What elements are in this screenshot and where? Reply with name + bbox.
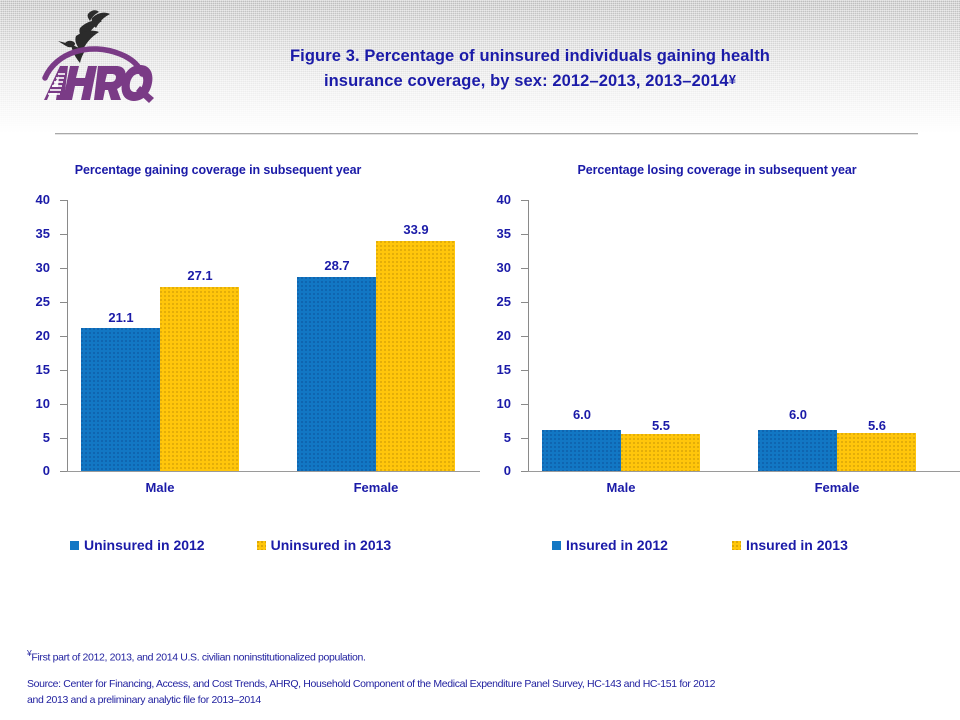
bar-losing-female-2013: [837, 433, 916, 471]
y-tick-30-right: [521, 268, 528, 269]
source-note-line1: Source: Center for Financing, Access, an…: [27, 678, 716, 690]
legend-swatch-gold-icon: [731, 540, 741, 550]
bar-gaining-female-2012: [297, 277, 376, 471]
cat-label-losing-male: Male: [606, 480, 636, 495]
title-footnote-marker: ¥: [728, 72, 737, 87]
bar-label-losing-male-2013: 5.5: [651, 418, 671, 433]
bar-label-gaining-male-2012: 21.1: [108, 310, 134, 325]
y-label-5-right: 5: [503, 430, 511, 445]
y-tick-35-right: [521, 234, 528, 235]
y-tick-0: [60, 471, 67, 472]
chart-panel-gaining: Percentage gaining coverage in subsequen…: [0, 155, 480, 515]
y-tick-25-right: [521, 302, 528, 303]
legend-label-insured-2012: Insured in 2012: [566, 537, 668, 553]
ahrq-logo: [36, 8, 162, 106]
y-axis-line-left: [67, 200, 68, 472]
header-divider: [55, 133, 918, 135]
legend-label-insured-2013: Insured in 2013: [745, 537, 848, 553]
bar-losing-male-2013: [621, 434, 700, 471]
y-label-35: 35: [35, 226, 50, 241]
y-tick-35: [60, 234, 67, 235]
footnote-text: First part of 2012, 2013, and 2014 U.S. …: [31, 651, 366, 664]
legend-label-uninsured-2012: Uninsured in 2012: [84, 537, 205, 553]
y-tick-40: [60, 200, 67, 201]
legend-swatch-gold-icon: [256, 540, 266, 550]
y-label-35-right: 35: [496, 226, 511, 241]
y-tick-20: [60, 336, 67, 337]
legend-item-insured-2012[interactable]: Insured in 2012: [552, 537, 668, 553]
cat-label-gaining-female: Female: [353, 480, 399, 495]
bar-label-gaining-female-2013: 33.9: [403, 222, 429, 237]
legend-swatch-blue-icon: [552, 540, 561, 550]
y-tick-0-right: [521, 471, 528, 472]
y-label-25-right: 25: [496, 294, 511, 309]
legend-label-uninsured-2013: Uninsured in 2013: [270, 537, 392, 553]
y-tick-25: [60, 302, 67, 303]
x-axis-baseline-right: [528, 471, 960, 472]
y-axis-line-right: [528, 200, 529, 472]
bar-losing-male-2012: [542, 430, 621, 471]
plot-area-losing: 40 35 30 25 20 15 10 5 0 6.0 5.5 6.0 5.6…: [480, 155, 960, 515]
y-label-5: 5: [42, 430, 50, 445]
y-label-40-right: 40: [496, 192, 511, 207]
bar-losing-female-2012: [758, 430, 837, 471]
y-label-25: 25: [35, 294, 50, 309]
y-label-20: 20: [35, 328, 50, 343]
bar-gaining-female-2013: [376, 241, 455, 471]
bar-label-losing-female-2012: 6.0: [788, 407, 808, 422]
y-tick-30: [60, 268, 67, 269]
bar-label-gaining-male-2013: 27.1: [187, 268, 213, 283]
chart-panel-losing: Percentage losing coverage in subsequent…: [480, 155, 960, 515]
y-tick-5: [60, 438, 67, 439]
y-label-30-right: 30: [496, 260, 511, 275]
y-label-0-right: 0: [503, 463, 511, 478]
y-label-0: 0: [42, 463, 50, 478]
cat-label-gaining-male: Male: [145, 480, 175, 495]
y-label-40: 40: [35, 192, 50, 207]
y-tick-10: [60, 404, 67, 405]
plot-area-gaining: 40 35 30 25 20 15 10 5 0 21.1 27.1 28.7 …: [0, 155, 480, 515]
bar-label-losing-male-2012: 6.0: [572, 407, 592, 422]
y-tick-20-right: [521, 336, 528, 337]
cat-label-losing-female: Female: [814, 480, 860, 495]
y-label-15: 15: [35, 362, 50, 377]
source-note-line2: and 2013 and a preliminary analytic file…: [27, 694, 261, 706]
y-tick-5-right: [521, 438, 528, 439]
y-tick-15-right: [521, 370, 528, 371]
y-tick-40-right: [521, 200, 528, 201]
bar-label-gaining-female-2012: 28.7: [324, 258, 350, 273]
page-title: Figure 3. Percentage of uninsured indivi…: [200, 45, 860, 93]
legend-swatch-blue-icon: [70, 540, 79, 550]
y-label-20-right: 20: [496, 328, 511, 343]
y-label-30: 30: [35, 260, 50, 275]
legend-item-insured-2013[interactable]: Insured in 2013: [731, 537, 848, 553]
legend-losing: Insured in 2012 Insured in 2013: [552, 534, 848, 556]
ahrq-wordmark: [44, 65, 154, 103]
y-label-10: 10: [35, 396, 50, 411]
y-label-10-right: 10: [496, 396, 511, 411]
y-label-15-right: 15: [496, 362, 511, 377]
bar-label-losing-female-2013: 5.6: [867, 418, 887, 433]
legend-item-uninsured-2012[interactable]: Uninsured in 2012: [70, 537, 205, 553]
figure-title-line1: Figure 3. Percentage of uninsured indivi…: [290, 47, 770, 65]
x-axis-baseline-left: [67, 471, 480, 472]
y-tick-10-right: [521, 404, 528, 405]
legend-gaining: Uninsured in 2012 Uninsured in 2013: [70, 534, 391, 556]
source-note: Source: Center for Financing, Access, an…: [27, 676, 927, 708]
figure-title-line2: insurance coverage, by sex: 2012–2013, 2…: [323, 72, 729, 90]
ahrq-logo-icon: [42, 10, 154, 103]
legend-item-uninsured-2013[interactable]: Uninsured in 2013: [256, 537, 392, 553]
bar-gaining-male-2012: [81, 328, 160, 471]
y-tick-15: [60, 370, 67, 371]
bar-gaining-male-2013: [160, 287, 239, 471]
footnote: ¥First part of 2012, 2013, and 2014 U.S.…: [27, 646, 927, 665]
